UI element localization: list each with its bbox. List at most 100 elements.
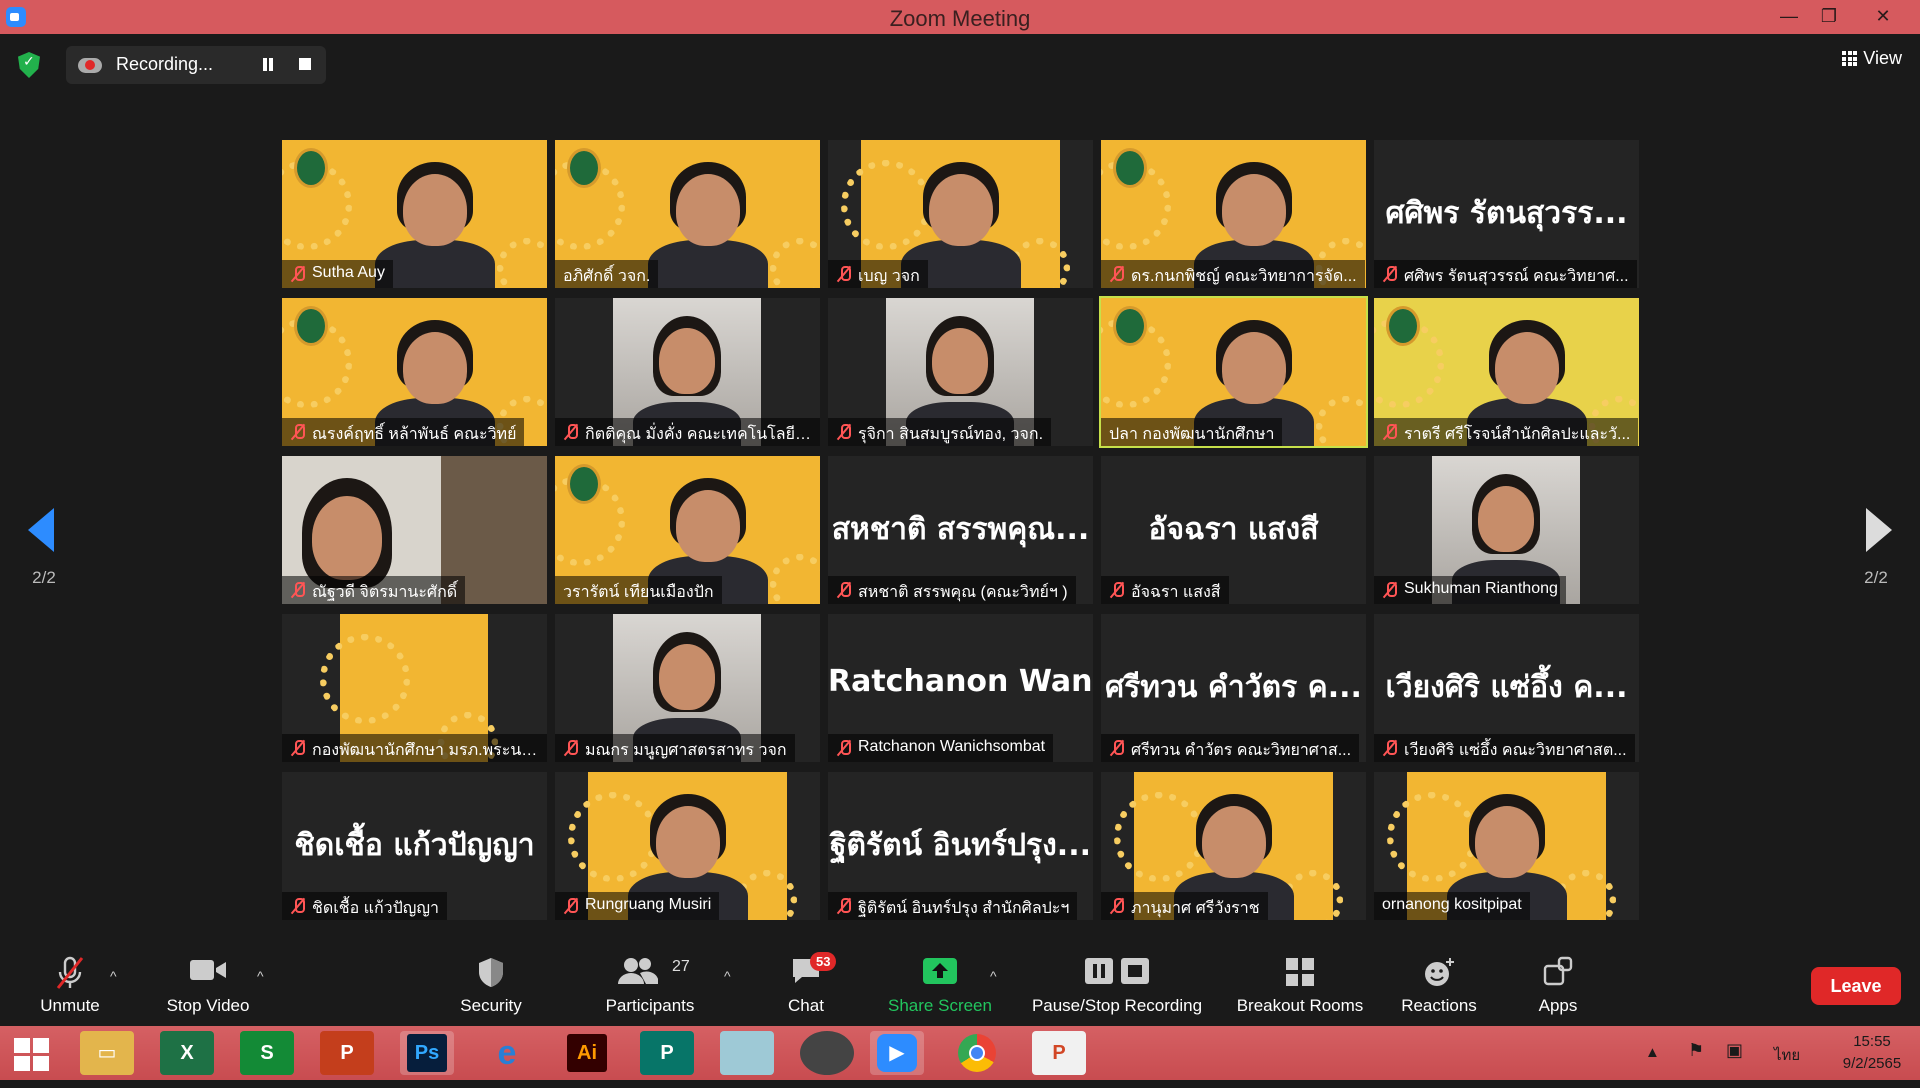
participant-video-tile[interactable]: ณัฐวดี จิตรมานะศักดิ์ xyxy=(282,456,547,604)
apps-label: Apps xyxy=(1538,996,1578,1015)
muted-mic-icon xyxy=(290,581,306,599)
grid-view-icon xyxy=(1842,51,1858,66)
cloud-record-icon xyxy=(78,54,102,76)
action-flag-icon[interactable]: ⚑ xyxy=(1688,1040,1704,1061)
unmute-label: Unmute xyxy=(40,996,100,1015)
file-explorer-icon[interactable]: ▭ xyxy=(80,1031,134,1075)
participant-video-tile[interactable]: ราตรี ศรีโรจน์สำนักศิลปะและวั... xyxy=(1374,298,1639,446)
participant-display-name: ศรีทวน คำวัตร ค... xyxy=(1105,670,1362,705)
stop-video-button[interactable]: Stop Video xyxy=(150,940,266,1026)
participant-nameplate: Rungruang Musiri xyxy=(555,892,720,920)
illustrator-icon: Ai xyxy=(567,1034,607,1072)
next-page-arrow-icon[interactable] xyxy=(1866,508,1892,552)
blank-app-icon[interactable] xyxy=(720,1031,774,1075)
participant-video-tile[interactable]: ornanong kositpipat xyxy=(1374,772,1639,920)
participant-video-tile[interactable]: สหชาติ สรรพคุณ... สหชาติ สรรพคุณ (คณะวิทย… xyxy=(828,456,1093,604)
close-button[interactable]: ✕ xyxy=(1860,0,1906,34)
security-button[interactable]: Security xyxy=(448,940,534,1026)
participant-video-tile[interactable]: ชิดเชื้อ แก้วปัญญา ชิดเชื้อ แก้วปัญญา xyxy=(282,772,547,920)
participant-video-tile[interactable]: Ratchanon Wan... Ratchanon Wanichsombat xyxy=(828,614,1093,762)
participant-video-tile[interactable]: ณรงค์ฤทธิ์ หล้าพันธ์ คณะวิทย์ xyxy=(282,298,547,446)
participant-video-tile[interactable]: ฐิติรัตน์ อินทร์ปรุง... ฐิติรัตน์ อินทร์ป… xyxy=(828,772,1093,920)
meeting-controls-toolbar: Unmute ^ Stop Video ^ Security 27 Partic… xyxy=(0,940,1920,1026)
view-label: View xyxy=(1863,48,1902,68)
participant-video-tile[interactable]: มณกร มนูญศาสตรสาทร วจก xyxy=(555,614,820,762)
participant-nameplate: วรารัตน์ เทียนเมืองปัก xyxy=(555,576,722,604)
participants-options-caret-icon[interactable]: ^ xyxy=(724,968,731,984)
breakout-rooms-icon xyxy=(1286,958,1314,986)
share-screen-button[interactable]: Share Screen xyxy=(884,940,996,1026)
participant-video-tile[interactable]: ศศิพร รัตนสุวรร... ศศิพร รัตนสุวรรณ์ คณะว… xyxy=(1374,140,1639,288)
publisher-icon[interactable]: P xyxy=(640,1031,694,1075)
participant-video-tile[interactable]: ดร.กนกพิชญ์ คณะวิทยาการจัด... xyxy=(1101,140,1366,288)
participant-video-tile[interactable]: กิตติคุณ มั่งคั่ง คณะเทคโนโลยีอุ... xyxy=(555,298,820,446)
pause-recording-icon[interactable] xyxy=(258,56,278,74)
pause-stop-recording-button[interactable]: Pause/Stop Recording xyxy=(1024,940,1210,1026)
breakout-rooms-button[interactable]: Breakout Rooms xyxy=(1230,940,1370,1026)
participant-nameplate: Ratchanon Wanichsombat xyxy=(828,734,1054,762)
muted-mic-icon xyxy=(290,423,306,441)
video-options-caret-icon[interactable]: ^ xyxy=(257,968,264,984)
powerpoint-icon[interactable]: P xyxy=(320,1031,374,1075)
encryption-shield-icon[interactable] xyxy=(18,52,40,78)
title-bar: Zoom Meeting — ❐ ✕ xyxy=(0,0,1920,34)
participant-nameplate: ณัฐวดี จิตรมานะศักดิ์ xyxy=(282,576,466,604)
internet-explorer-icon[interactable]: e xyxy=(480,1031,534,1075)
ppt-viewer-icon[interactable]: P xyxy=(1032,1031,1086,1075)
video-gallery-grid: Sutha Auy อภิศักดิ์ วจก. เบญ วจก ดร.กนกพิชญ… xyxy=(282,140,1639,920)
participant-video-tile[interactable]: เบญ วจก xyxy=(828,140,1093,288)
input-language-indicator[interactable]: ไทย xyxy=(1774,1043,1800,1067)
participant-nameplate: ornanong kositpipat xyxy=(1374,892,1530,920)
participant-video-tile[interactable]: Sutha Auy xyxy=(282,140,547,288)
chrome-taskbar-item[interactable] xyxy=(950,1031,1004,1075)
tray-overflow-caret-icon[interactable]: ▲ xyxy=(1645,1044,1660,1061)
recording-label: Recording... xyxy=(116,54,214,74)
security-label: Security xyxy=(460,996,522,1015)
participant-display-name: สหชาติ สรรพคุณ... xyxy=(831,512,1090,547)
clock-date[interactable]: 9/2/2565 xyxy=(1830,1055,1914,1072)
apps-icon xyxy=(1543,956,1573,986)
participant-video-tile[interactable]: รุจิกา สินสมบูรณ์ทอง, วจก. xyxy=(828,298,1093,446)
apps-button[interactable]: Apps xyxy=(1530,940,1586,1026)
participants-button[interactable]: 27 Participants xyxy=(596,940,704,1026)
page-indicator-right: 2/2 xyxy=(1864,568,1888,587)
muted-mic-icon xyxy=(290,739,306,757)
pause-stop-recording-label: Pause/Stop Recording xyxy=(1031,996,1203,1015)
illustrator-taskbar-item[interactable]: Ai xyxy=(560,1031,614,1075)
audio-options-caret-icon[interactable]: ^ xyxy=(110,968,117,984)
participant-video-tile[interactable]: ภานุมาศ ศรีวังราช xyxy=(1101,772,1366,920)
clock-time[interactable]: 15:55 xyxy=(1840,1033,1904,1050)
excel-icon[interactable]: X xyxy=(160,1031,214,1075)
muted-mic-icon xyxy=(836,581,852,599)
participant-video-tile[interactable]: อภิศักดิ์ วจก. xyxy=(555,140,820,288)
muted-mic-icon xyxy=(1382,739,1398,757)
windows-start-icon[interactable] xyxy=(14,1038,50,1072)
participant-video-tile[interactable]: Rungruang Musiri xyxy=(555,772,820,920)
participant-video-tile[interactable]: Sukhuman Rianthong xyxy=(1374,456,1639,604)
participants-icon xyxy=(618,958,658,984)
view-button[interactable]: View xyxy=(1842,48,1902,80)
participant-video-tile[interactable]: กองพัฒนานักศึกษา มรภ.พระนคร xyxy=(282,614,547,762)
muted-mic-icon xyxy=(836,265,852,283)
photoshop-taskbar-item[interactable]: Ps xyxy=(400,1031,454,1075)
participant-display-name: อัจฉรา แสงสี xyxy=(1148,512,1319,547)
restore-button[interactable]: ❐ xyxy=(1806,0,1852,34)
sway-icon[interactable]: S xyxy=(240,1031,294,1075)
share-options-caret-icon[interactable]: ^ xyxy=(990,968,997,984)
participant-video-tile[interactable]: วรารัตน์ เทียนเมืองปัก xyxy=(555,456,820,604)
participant-display-name: ฐิติรัตน์ อินทร์ปรุง... xyxy=(830,828,1091,863)
unmute-button[interactable]: Unmute xyxy=(22,940,118,1026)
reactions-button[interactable]: Reactions xyxy=(1396,940,1482,1026)
stop-recording-icon[interactable] xyxy=(299,58,311,70)
leave-meeting-button[interactable]: Leave xyxy=(1811,967,1901,1005)
previous-page-arrow-icon[interactable] xyxy=(28,508,54,552)
participant-video-tile[interactable]: อัจฉรา แสงสี อัจฉรา แสงสี xyxy=(1101,456,1366,604)
chat-button[interactable]: 53 Chat xyxy=(776,940,837,1026)
participant-video-tile[interactable]: เวียงศิริ แซ่อึ้ง ค... เวียงศิริ แซ่อึ้ง … xyxy=(1374,614,1639,762)
stop-video-label: Stop Video xyxy=(166,996,250,1015)
network-icon[interactable]: ▣ xyxy=(1726,1040,1743,1061)
photoscape-icon[interactable] xyxy=(800,1031,854,1075)
zoom-taskbar-item[interactable]: ▶ xyxy=(870,1031,924,1075)
participant-video-tile[interactable]: ปลา กองพัฒนานักศึกษา xyxy=(1099,296,1368,448)
participant-video-tile[interactable]: ศรีทวน คำวัตร ค... ศรีทวน คำวัตร คณะวิทยา… xyxy=(1101,614,1366,762)
